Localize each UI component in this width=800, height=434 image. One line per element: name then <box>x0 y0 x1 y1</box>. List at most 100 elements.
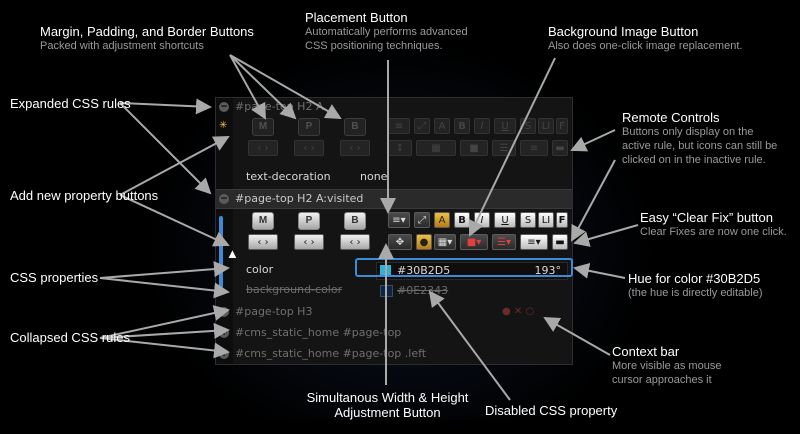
list-icon[interactable]: ☰ <box>492 140 516 156</box>
bg-color-value: #0E2343 <box>397 284 449 297</box>
rule-header-4[interactable]: + #cms_static_home #page-top <box>216 324 572 342</box>
bg-image-button[interactable]: ▦▾ <box>434 234 456 250</box>
callout-subtitle: More visible as mouse <box>612 360 722 372</box>
margin-arrows-icon[interactable]: ‹ › <box>248 140 278 156</box>
callout-title: Disabled CSS property <box>485 403 618 418</box>
padding-button[interactable]: P <box>298 118 320 136</box>
callout-title: Expanded CSS rules <box>10 96 131 111</box>
margin-button[interactable]: M <box>252 118 274 136</box>
callout-add-property: Add new property buttons <box>10 188 158 203</box>
bg-color-icon[interactable]: ■ <box>460 140 488 156</box>
bold-button[interactable]: B <box>454 212 470 228</box>
paint-icon[interactable]: ● <box>416 234 432 250</box>
rule-2-toolbar: M P B ≡▾ ⤢ A B I U S LI F ‹ › ‹ › ‹ › ✥ … <box>236 212 568 254</box>
align-icon[interactable]: ≡ <box>520 140 548 156</box>
clear-fix-button[interactable]: ▬ <box>552 234 568 250</box>
placement-icon[interactable]: ≡ <box>388 118 410 134</box>
clear-fix-icon[interactable]: ▬ <box>552 140 568 156</box>
callout-subtitle: Automatically performs advanced <box>305 26 468 38</box>
callout-subtitle: active rule, but icons can still be <box>622 140 778 152</box>
expand-toggle-icon[interactable]: + <box>219 328 229 338</box>
strike-button[interactable]: S <box>520 118 536 134</box>
property-name: text-decoration <box>246 170 331 183</box>
property-name: color <box>246 263 274 276</box>
rule-header-1[interactable]: − #page-top H2 A <box>216 98 572 116</box>
strike-button[interactable]: S <box>520 212 536 228</box>
bg-color-value-field[interactable]: #0E2343 <box>376 282 568 300</box>
underline-button[interactable]: U <box>494 118 516 134</box>
callout-title: Add new property buttons <box>10 188 159 203</box>
clear-button[interactable]: LI <box>538 118 554 134</box>
callout-title: Margin, Padding, and Border Buttons <box>40 24 254 39</box>
rule-selector: #page-top H2 A <box>235 100 324 113</box>
callout-subtitle: Clear Fixes are now one click. <box>640 226 787 238</box>
property-value[interactable]: none <box>360 168 387 186</box>
property-row-background-color[interactable]: background-color #0E2343 <box>236 281 566 299</box>
margin-button[interactable]: M <box>252 212 274 230</box>
rule-header-2[interactable]: − #page-top H2 A:visited <box>216 189 572 209</box>
collapse-toggle-icon[interactable]: − <box>219 102 229 112</box>
expand-toggle-icon[interactable]: + <box>219 307 229 317</box>
add-property-icon[interactable]: ✳ <box>219 120 227 131</box>
margin-arrows-icon[interactable]: ‹ › <box>248 234 278 250</box>
callout-simultaneous: Simultanous Width & Height Adjustment Bu… <box>290 390 485 420</box>
align-button[interactable]: ≡▾ <box>520 234 548 250</box>
callout-context-bar: Context bar More visible as mouse cursor… <box>612 344 721 387</box>
bg-color-button[interactable]: ■▾ <box>460 234 488 250</box>
property-name-disabled: background-color <box>246 283 343 296</box>
border-button[interactable]: B <box>344 212 366 230</box>
text-color-button[interactable]: A <box>434 212 450 228</box>
size-arrows-icon[interactable]: ↕ <box>388 140 412 156</box>
padding-arrows-icon[interactable]: ‹ › <box>294 234 324 250</box>
border-arrows-icon[interactable]: ‹ › <box>340 140 370 156</box>
context-bar-icons[interactable]: ● ✕ ○ <box>502 303 534 321</box>
width-height-button[interactable]: ✥ <box>388 234 412 250</box>
callout-subtitle: clicked on in the inactive rule. <box>622 154 766 166</box>
padding-button[interactable]: P <box>298 212 320 230</box>
resize-button[interactable]: ⤢ <box>414 212 430 228</box>
callout-disabled-property: Disabled CSS property <box>485 403 617 418</box>
text-color-button[interactable]: A <box>434 118 450 134</box>
border-button[interactable]: B <box>344 118 366 136</box>
resize-icon[interactable]: ⤢ <box>414 118 430 134</box>
list-button[interactable]: ☰▾ <box>492 234 516 250</box>
callout-collapsed-rules: Collapsed CSS rules <box>10 330 130 345</box>
font-button[interactable]: F <box>556 212 568 228</box>
callout-placement: Placement Button Automatically performs … <box>305 10 468 53</box>
add-property-bar[interactable] <box>219 216 223 288</box>
color-swatch[interactable] <box>380 285 393 297</box>
rule-header-5[interactable]: + #cms_static_home #page-top .left <box>216 345 572 363</box>
callout-subtitle: (the hue is directly editable) <box>628 287 763 299</box>
callout-margin-padding-border: Margin, Padding, and Border Buttons Pack… <box>40 24 254 53</box>
placement-button[interactable]: ≡▾ <box>388 212 410 228</box>
font-button[interactable]: F <box>556 118 568 134</box>
callout-title: CSS properties <box>10 270 99 285</box>
underline-button[interactable]: U <box>494 212 516 228</box>
italic-button[interactable]: I <box>474 212 490 228</box>
rule-selector: #cms_static_home #page-top .left <box>235 347 427 360</box>
rule-header-3[interactable]: + #page-top H3 ● ✕ ○ <box>216 303 572 321</box>
bold-button[interactable]: B <box>454 118 470 134</box>
callout-title: Context bar <box>612 344 680 359</box>
collapse-toggle-icon[interactable]: − <box>219 194 229 204</box>
clear-button[interactable]: LI <box>538 212 554 228</box>
callout-subtitle: CSS positioning techniques. <box>305 40 443 52</box>
callout-subtitle: Packed with adjustment shortcuts <box>40 40 204 52</box>
callout-background-image: Background Image Button Also does one-cl… <box>548 24 742 53</box>
property-row[interactable]: text-decoration none <box>236 168 566 186</box>
callout-title: Remote Controls <box>622 110 720 125</box>
callout-title: Placement Button <box>305 10 408 25</box>
padding-arrows-icon[interactable]: ‹ › <box>294 140 324 156</box>
hue-highlight <box>355 258 573 277</box>
rule-selector: #page-top H3 <box>235 305 313 318</box>
rule-1-toolbar: M P B ≡ ⤢ A B I U S LI F ‹ › ‹ › ‹ › ↕ ▦… <box>236 118 568 160</box>
callout-title: Background Image Button <box>548 24 699 39</box>
rule-selector: #page-top H2 A:visited <box>235 192 364 205</box>
bg-image-icon[interactable]: ▦ <box>416 140 456 156</box>
expand-toggle-icon[interactable]: + <box>219 349 229 359</box>
callout-remote-controls: Remote Controls Buttons only display on … <box>622 110 777 167</box>
css-rules-panel: − #page-top H2 A M P B ≡ ⤢ A B I U S LI … <box>215 97 573 365</box>
callout-title: Adjustment Button <box>334 405 441 420</box>
border-arrows-icon[interactable]: ‹ › <box>340 234 370 250</box>
italic-button[interactable]: I <box>474 118 490 134</box>
